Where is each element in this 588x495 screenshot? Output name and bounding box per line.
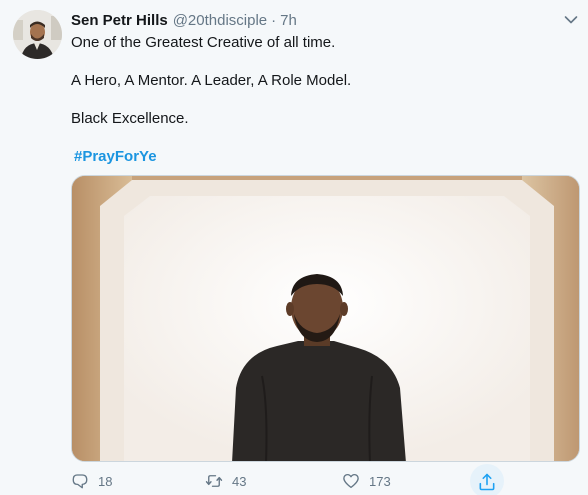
author-name[interactable]: Sen Petr Hills xyxy=(71,11,168,31)
like-button[interactable]: 173 xyxy=(342,472,391,490)
media-photo xyxy=(72,176,579,461)
separator-dot: · xyxy=(271,12,277,29)
avatar-image xyxy=(13,10,62,59)
tweet-header: Sen Petr Hills @20thdisciple · 7h xyxy=(71,11,297,31)
retweet-button[interactable]: 43 xyxy=(205,472,246,490)
tweet[interactable]: Sen Petr Hills @20thdisciple · 7h One of… xyxy=(0,0,588,495)
reply-icon xyxy=(72,474,88,489)
tweet-text-line: A Hero, A Mentor. A Leader, A Role Model… xyxy=(71,72,352,89)
reply-count: 18 xyxy=(98,473,113,489)
share-icon[interactable] xyxy=(477,472,497,492)
retweet-count: 43 xyxy=(232,473,247,489)
chevron-down-icon[interactable] xyxy=(563,12,579,28)
reply-button[interactable]: 18 xyxy=(71,472,112,490)
tweet-actions: 18 43 173 xyxy=(71,464,580,495)
heart-icon xyxy=(343,473,359,489)
tweet-media[interactable] xyxy=(71,175,580,462)
timestamp[interactable]: 7h xyxy=(280,11,297,31)
tweet-text-line: Black Excellence. xyxy=(71,110,189,127)
tweet-text-line: One of the Greatest Creative of all time… xyxy=(71,34,336,51)
hashtag-link[interactable]: #PrayForYe xyxy=(74,147,157,167)
like-count: 173 xyxy=(369,473,391,489)
avatar[interactable] xyxy=(13,10,62,59)
author-handle[interactable]: @20thdisciple xyxy=(173,11,267,31)
retweet-icon xyxy=(205,475,223,487)
